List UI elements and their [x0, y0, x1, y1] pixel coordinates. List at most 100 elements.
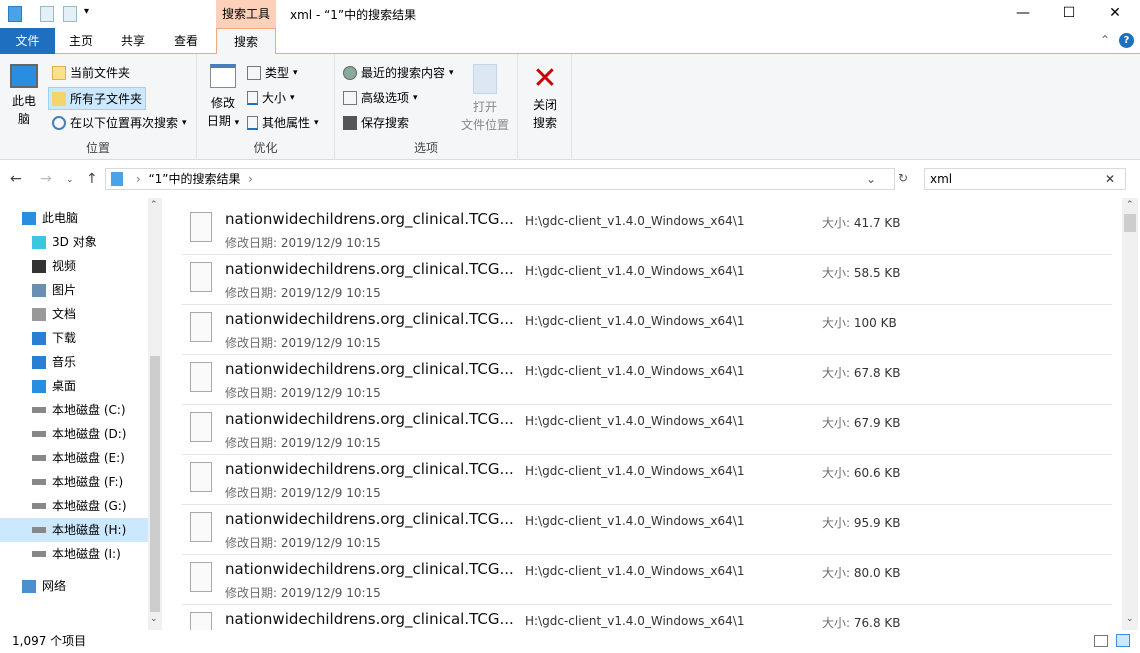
tab-view[interactable]: 查看 — [163, 28, 209, 54]
address-bar-row: ← → ⌄ ↑ › “1”中的搜索结果 › ⌄ ↻ xml ✕ — [0, 165, 1140, 195]
file-row[interactable]: nationwidechildrens.org_clinical.TCG... 修… — [182, 455, 1112, 505]
nav-item[interactable]: 音乐 — [0, 350, 148, 374]
maximize-button[interactable]: ☐ — [1046, 0, 1092, 28]
nav-item[interactable]: 本地磁盘 (E:) — [0, 446, 148, 470]
nav-item[interactable]: 文档 — [0, 302, 148, 326]
file-row[interactable]: nationwidechildrens.org_clinical.TCG...修… — [182, 555, 1112, 605]
download-icon — [32, 331, 46, 345]
size-label: 大小: — [822, 516, 851, 530]
file-name[interactable]: nationwidechildrens.org_clinical.TCG... — [225, 260, 514, 278]
close-button[interactable]: ✕ — [1092, 0, 1138, 28]
group-label: 位置 — [85, 141, 110, 155]
folder-icon — [52, 65, 66, 80]
minimize-button[interactable]: — — [1000, 0, 1046, 28]
size-value: 58.5 KB — [853, 266, 901, 280]
close-search-button[interactable]: ✕ 关闭 搜索 — [522, 62, 568, 132]
file-icon — [190, 512, 212, 542]
nav-item[interactable]: 桌面 — [0, 374, 148, 398]
other-properties-button[interactable]: 其他属性 ▾ — [247, 114, 319, 131]
file-name[interactable]: nationwidechildrens.org_clinical.TCG... — [225, 610, 514, 628]
size-button[interactable]: 大小 ▾ — [247, 89, 295, 106]
content-view-icon[interactable] — [1116, 634, 1130, 647]
file-name[interactable]: nationwidechildrens.org_clinical.TCG... — [225, 310, 514, 328]
properties-icon[interactable] — [40, 6, 54, 22]
nav-item[interactable]: 本地磁盘 (H:) — [0, 518, 148, 542]
all-subfolders-button[interactable]: 所有子文件夹 — [48, 87, 147, 110]
file-name[interactable]: nationwidechildrens.org_clinical.TCG... — [225, 560, 514, 578]
scroll-up-icon[interactable]: ⌃ — [1126, 200, 1134, 210]
address-bar[interactable]: › “1”中的搜索结果 › ⌄ — [105, 168, 895, 190]
scroll-down-icon[interactable]: ⌄ — [1126, 614, 1134, 624]
customize-dropdown-icon[interactable]: ▾ — [84, 6, 89, 17]
network-icon — [22, 579, 36, 593]
file-name[interactable]: nationwidechildrens.org_clinical.TCG... — [225, 510, 514, 528]
nav-item[interactable]: 视频 — [0, 254, 148, 278]
tab-home[interactable]: 主页 — [58, 28, 104, 54]
list-scrollbar[interactable]: ⌃ ⌄ — [1122, 198, 1138, 630]
nav-item[interactable]: 本地磁盘 (I:) — [0, 542, 148, 566]
nav-item-label: 文档 — [52, 307, 77, 321]
back-button[interactable]: ← — [10, 171, 22, 187]
nav-item[interactable]: 本地磁盘 (D:) — [0, 422, 148, 446]
file-name[interactable]: nationwidechildrens.org_clinical.TCG... — [225, 210, 514, 228]
recent-locations-dropdown[interactable]: ⌄ — [66, 175, 74, 185]
scrollbar-thumb[interactable] — [150, 356, 160, 612]
file-name[interactable]: nationwidechildrens.org_clinical.TCG... — [225, 360, 514, 378]
search-input[interactable]: xml ✕ — [924, 168, 1126, 190]
nav-item[interactable]: 本地磁盘 (G:) — [0, 494, 148, 518]
save-icon — [343, 115, 357, 130]
this-pc-button[interactable]: 此电 脑 — [6, 64, 42, 128]
file-name[interactable]: nationwidechildrens.org_clinical.TCG... — [225, 410, 514, 428]
file-row[interactable]: nationwidechildrens.org_clinical.TCG...修… — [182, 505, 1112, 555]
collapse-ribbon-icon[interactable]: ⌃ — [1100, 33, 1110, 47]
file-date: 修改日期: 2019/12/9 10:15 — [225, 384, 381, 401]
tab-search[interactable]: 搜索 — [216, 28, 276, 55]
search-again-in-button[interactable]: 在以下位置再次搜索 ▾ — [52, 114, 187, 131]
date-label: 修改日期: — [225, 486, 278, 500]
tab-file[interactable]: 文件 — [0, 28, 55, 54]
date-modified-button[interactable]: 修改 日期 ▾ — [203, 64, 243, 132]
advanced-options-button[interactable]: 高级选项 ▾ — [343, 89, 418, 106]
file-row[interactable]: nationwidechildrens.org_clinical.TCG...修… — [182, 405, 1112, 455]
details-view-icon[interactable] — [1094, 635, 1108, 647]
save-search-button[interactable]: 保存搜索 — [343, 114, 409, 131]
nav-item[interactable]: 3D 对象 — [0, 230, 148, 254]
kind-button[interactable]: 类型 ▾ — [247, 64, 298, 81]
help-icon[interactable]: ? — [1119, 33, 1134, 48]
clear-search-icon[interactable]: ✕ — [1105, 169, 1115, 189]
nav-item[interactable]: 本地磁盘 (C:) — [0, 398, 148, 422]
date-value: 2019/12/9 10:15 — [280, 286, 381, 300]
file-icon — [190, 612, 212, 630]
new-folder-icon[interactable] — [63, 6, 77, 22]
current-folder-button[interactable]: 当前文件夹 — [52, 64, 130, 81]
nav-item[interactable]: 网络 — [0, 574, 148, 598]
label: 修改 — [210, 96, 235, 110]
file-row[interactable]: nationwidechildrens.org_clinical.TCG...修… — [182, 305, 1112, 355]
open-file-location-button[interactable]: 打开 文件位置 — [455, 64, 515, 134]
nav-item[interactable]: 此电脑 — [0, 206, 148, 230]
file-row[interactable]: nationwidechildrens.org_clinical.TCG...修… — [182, 605, 1112, 630]
desktop-icon — [32, 379, 46, 393]
file-row[interactable]: nationwidechildrens.org_clinical.TCG... 修… — [182, 355, 1112, 405]
up-button[interactable]: ↑ — [86, 171, 98, 187]
nav-item[interactable]: 图片 — [0, 278, 148, 302]
recent-searches-button[interactable]: 最近的搜索内容 ▾ — [343, 64, 454, 81]
nav-scrollbar[interactable]: ⌃ ⌄ — [148, 198, 162, 630]
refresh-icon[interactable]: ↻ — [898, 171, 908, 185]
scroll-down-icon[interactable]: ⌄ — [150, 614, 158, 624]
file-row[interactable]: nationwidechildrens.org_clinical.TCG...修… — [182, 205, 1112, 255]
nav-item-label: 下载 — [52, 331, 77, 345]
file-name[interactable]: nationwidechildrens.org_clinical.TCG... — [225, 460, 514, 478]
picture-icon — [32, 283, 46, 297]
scroll-up-icon[interactable]: ⌃ — [150, 200, 158, 210]
breadcrumb-search-results[interactable]: “1”中的搜索结果 — [148, 172, 240, 186]
address-dropdown-icon[interactable]: ⌄ — [866, 169, 876, 189]
status-bar: 1,097 个项目 — [0, 630, 1140, 653]
nav-item[interactable]: 本地磁盘 (F:) — [0, 470, 148, 494]
nav-item[interactable]: 下载 — [0, 326, 148, 350]
folder-icon[interactable] — [8, 6, 22, 22]
forward-button[interactable]: → — [40, 171, 52, 187]
tab-share[interactable]: 共享 — [110, 28, 156, 54]
scrollbar-thumb[interactable] — [1124, 214, 1136, 232]
file-row[interactable]: nationwidechildrens.org_clinical.TCG...修… — [182, 255, 1112, 305]
